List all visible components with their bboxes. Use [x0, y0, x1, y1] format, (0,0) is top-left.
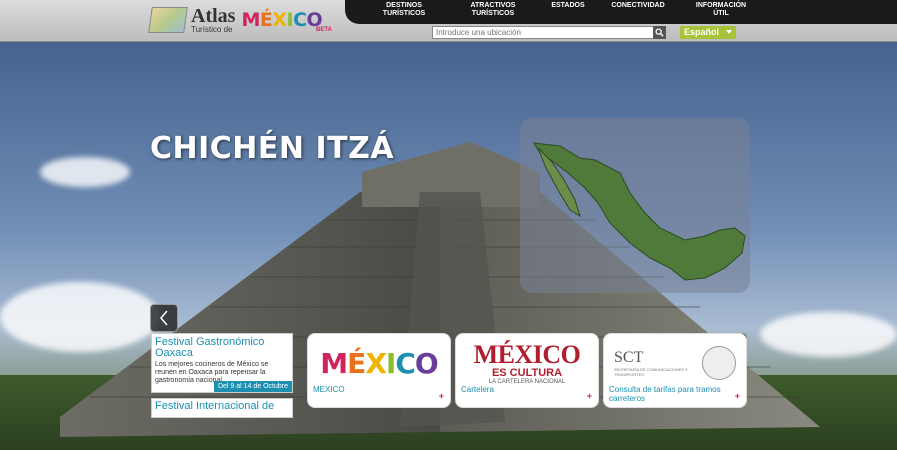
- promo-card-mexico[interactable]: MÉXICO MEXICO +: [307, 333, 451, 408]
- nav-informacion[interactable]: INFORMACIÓN ÚTIL: [691, 0, 751, 24]
- logo-beta: BETA: [316, 27, 332, 33]
- language-select[interactable]: Español: [680, 26, 736, 39]
- logo-mexico: MÉXICO: [241, 9, 323, 31]
- plus-icon: +: [734, 391, 740, 401]
- language-label: Español: [684, 27, 720, 37]
- event-card[interactable]: Festival Gastronómico Oaxaca Los mejores…: [151, 333, 293, 393]
- brand-subtitle: SECRETARÍA DE COMUNICACIONES Y TRANSPORT…: [614, 367, 688, 377]
- mexico-map-icon: [533, 142, 746, 281]
- event-card[interactable]: Festival Internacional de: [151, 398, 293, 418]
- search-input[interactable]: [433, 27, 653, 38]
- header: Atlas Turístico de MÉXICO BETA DESTINOS …: [0, 0, 897, 42]
- promo-card-cartelera[interactable]: MÉXICO ES CULTURA LA CARTELERA NACIONAL …: [455, 333, 599, 408]
- nav-atractivos[interactable]: ATRACTIVOS TURÍSTICOS: [463, 0, 523, 24]
- promo-label: Consulta de tarifas para tramos carreter…: [609, 385, 721, 403]
- plus-icon: +: [438, 391, 444, 401]
- chevron-left-icon: [160, 310, 168, 326]
- event-title: Festival Internacional de: [155, 400, 275, 412]
- mexico-es-cultura-logo: MÉXICO ES CULTURA LA CARTELERA NACIONAL: [460, 338, 594, 388]
- logo-subtitle: Turístico de: [191, 25, 233, 34]
- brand-name: SCT: [614, 349, 644, 366]
- mexico-map-panel[interactable]: [520, 118, 750, 293]
- search-icon: [655, 28, 664, 37]
- prev-slide-button[interactable]: [150, 304, 178, 332]
- brand-tagline: LA CARTELERA NACIONAL: [488, 378, 566, 385]
- logo-atlas: Atlas: [191, 5, 236, 27]
- brand-name: MÉXICO: [473, 339, 581, 369]
- event-date: Del 9 al 14 de Octubre: [213, 381, 292, 392]
- sct-logo: SCT SECRETARÍA DE COMUNICACIONES Y TRANS…: [608, 338, 742, 388]
- brand-subtitle: ES CULTURA: [491, 366, 563, 379]
- search-box: [432, 26, 666, 39]
- logo-text: Atlas Turístico de: [191, 6, 235, 34]
- map-logo-icon: [148, 7, 188, 33]
- plus-icon: +: [586, 391, 592, 401]
- event-title: Festival Gastronómico Oaxaca: [155, 336, 265, 359]
- nav-conectividad[interactable]: CONECTIVIDAD: [603, 0, 673, 24]
- promo-label: MEXICO: [313, 385, 345, 394]
- seal-icon: [702, 346, 736, 380]
- chevron-down-icon: [726, 30, 732, 34]
- mexico-brand-logo: MÉXICO: [320, 346, 438, 380]
- promo-label: Cartelera: [461, 385, 494, 394]
- nav-destinos[interactable]: DESTINOS TURÍSTICOS: [379, 0, 429, 24]
- promo-card-sct[interactable]: SCT SECRETARÍA DE COMUNICACIONES Y TRANS…: [603, 333, 747, 408]
- main-nav: DESTINOS TURÍSTICOS ATRACTIVOS TURÍSTICO…: [345, 0, 897, 24]
- hero-title: CHICHÉN ITZÁ: [150, 131, 395, 166]
- site-logo[interactable]: Atlas Turístico de MÉXICO BETA: [148, 3, 332, 37]
- nav-estados[interactable]: ESTADOS: [543, 0, 593, 24]
- search-button[interactable]: [653, 26, 666, 39]
